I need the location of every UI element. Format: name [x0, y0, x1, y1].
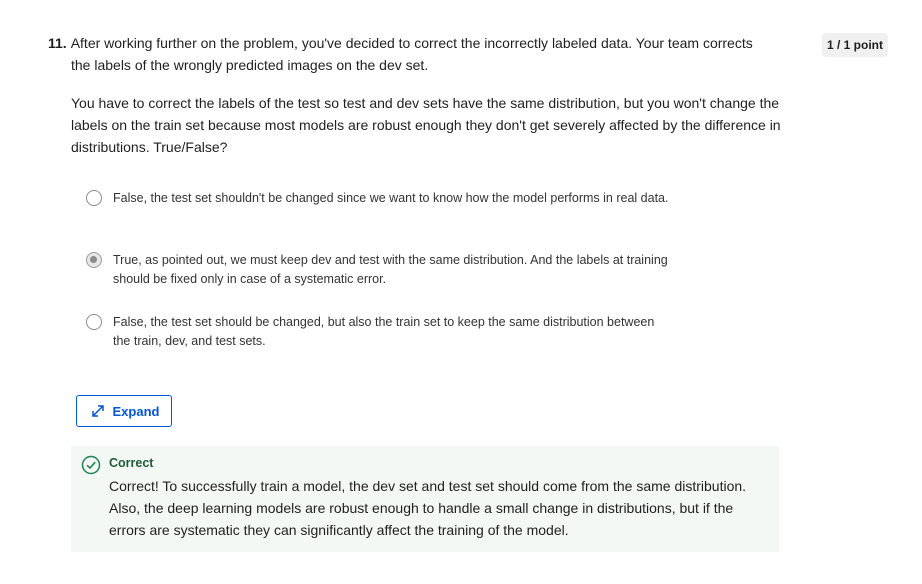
radio-button-3[interactable]	[86, 314, 102, 330]
question-heading-line2: the labels of the wrongly predicted imag…	[71, 57, 429, 73]
question-block: 11. After working further on the problem,…	[48, 32, 788, 155]
answer-option-3[interactable]: False, the test set should be changed, b…	[86, 312, 686, 356]
radio-button-1[interactable]	[86, 190, 102, 206]
answer-option-2-text: True, as pointed out, we must keep dev a…	[113, 253, 668, 286]
question-heading-line1: After working further on the problem, yo…	[70, 35, 753, 51]
question-heading: 11. After working further on the problem,…	[48, 32, 788, 76]
expand-button[interactable]: Expand	[76, 395, 172, 427]
check-circle-icon	[81, 455, 101, 475]
question-number: 11.	[48, 35, 67, 51]
answer-option-1[interactable]: False, the test set shouldn't be changed…	[86, 188, 686, 232]
points-badge: 1 / 1 point	[822, 33, 889, 57]
expand-arrows-icon	[91, 405, 104, 417]
answer-option-3-text: False, the test set should be changed, b…	[113, 315, 655, 348]
feedback-text: Correct! To successfully train a model, …	[109, 478, 747, 538]
feedback-status: Correct	[109, 456, 154, 470]
radio-button-2[interactable]	[86, 252, 102, 268]
answer-option-2[interactable]: True, as pointed out, we must keep dev a…	[86, 250, 686, 294]
expand-button-label: Expand	[112, 403, 160, 419]
feedback-panel: Correct Correct! To successfully train a…	[71, 446, 779, 552]
answer-option-1-text: False, the test set shouldn't be changed…	[113, 191, 669, 205]
question-body: You have to correct the labels of the te…	[71, 95, 781, 155]
